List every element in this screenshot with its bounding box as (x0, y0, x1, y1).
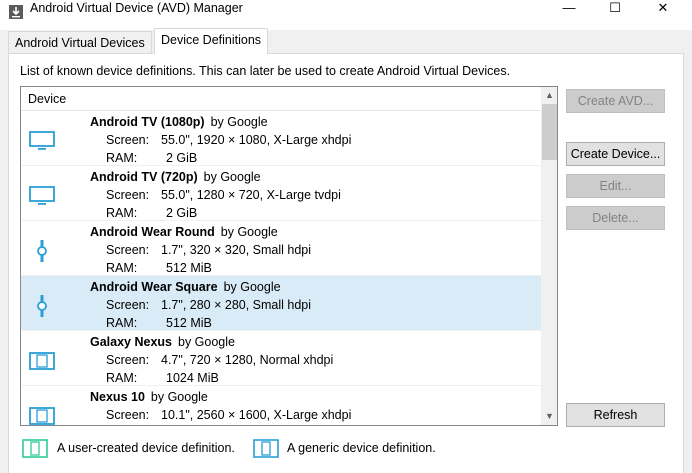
device-vendor: by Google (223, 280, 281, 294)
list-item[interactable]: Android TV (720p) by Google Screen: 55.0", … (21, 166, 541, 221)
device-name: Android TV (720p) by Google (90, 170, 261, 184)
delete-button[interactable]: Delete... (566, 206, 665, 230)
tablet-icon (28, 350, 56, 372)
watch-icon (28, 240, 56, 262)
tablet-icon (28, 405, 56, 425)
ram-label: RAM: (106, 261, 138, 275)
screen-value: 1.7", 280 × 280, Small hdpi (161, 298, 312, 312)
scroll-up-arrow-icon[interactable]: ▲ (541, 87, 557, 104)
maximize-button[interactable]: ☐ (592, 0, 638, 16)
minimize-button[interactable]: — (546, 0, 592, 16)
screen-label: Screen: (106, 133, 150, 147)
title-bar: Android Virtual Device (AVD) Manager — ☐… (0, 0, 692, 30)
tv-icon (28, 130, 56, 152)
screen-label: Screen: (106, 188, 150, 202)
user-device-icon (22, 439, 48, 458)
device-name: Galaxy Nexus by Google (90, 335, 235, 349)
screen-value: 4.7", 720 × 1280, Normal xhdpi (161, 353, 334, 367)
device-vendor: by Google (178, 335, 235, 349)
window-title: Android Virtual Device (AVD) Manager (30, 1, 243, 15)
create-device-button[interactable]: Create Device... (566, 142, 665, 166)
tab-device-definitions[interactable]: Device Definitions (154, 28, 269, 54)
list-item[interactable]: Galaxy Nexus by Google Screen: 4.7", 720 × … (21, 331, 541, 386)
device-vendor: by Google (220, 225, 278, 239)
device-name-text: Android Wear Square (90, 280, 218, 294)
device-name-text: Galaxy Nexus (90, 335, 172, 349)
device-name-text: Nexus 10 (90, 390, 145, 404)
legend-generic-text: A generic device definition. (287, 441, 436, 455)
scroll-thumb[interactable] (542, 104, 557, 160)
scroll-down-arrow-icon[interactable]: ▼ (541, 408, 557, 425)
device-vendor: by Google (150, 390, 208, 404)
ram-value: 2 GiB (166, 151, 198, 165)
vertical-scrollbar[interactable]: ▲ ▼ (541, 87, 557, 425)
ram-label: RAM: (106, 151, 138, 165)
screen-label: Screen: (106, 298, 150, 312)
ram-value: 512 MiB (166, 261, 212, 275)
generic-device-icon (253, 439, 279, 458)
device-name-text: Android TV (1080p) (90, 115, 205, 129)
edit-button[interactable]: Edit... (566, 174, 665, 198)
legend-user-text: A user-created device definition. (57, 441, 235, 455)
ram-label: RAM: (106, 371, 138, 385)
screen-value: 55.0", 1280 × 720, X-Large tvdpi (161, 188, 341, 202)
list-item[interactable]: Android TV (1080p) by Google Screen: 55.0",… (21, 111, 541, 166)
list-item[interactable]: Android Wear Round by Google Screen: 1.7", … (21, 221, 541, 276)
device-list[interactable]: Device Android TV (1080p) by Google Screen… (20, 86, 558, 426)
screen-label: Screen: (106, 408, 150, 422)
tab-android-virtual-devices[interactable]: Android Virtual Devices (8, 31, 152, 53)
ram-value: 1024 MiB (166, 371, 219, 385)
create-avd-button[interactable]: Create AVD... (566, 89, 665, 113)
screen-value: 10.1", 2560 × 1600, X-Large xhdpi (161, 408, 352, 422)
device-name-text: Android Wear Round (90, 225, 215, 239)
tv-icon (28, 185, 56, 207)
device-name: Nexus 10 by Google (90, 390, 208, 404)
ram-value: 2 GiB (166, 206, 198, 220)
list-header-device[interactable]: Device (21, 87, 541, 111)
ram-label: RAM: (106, 316, 138, 330)
list-item[interactable]: Android Wear Square by Google Screen: 1.7",… (21, 276, 541, 331)
screen-value: 55.0", 1920 × 1080, X-Large xhdpi (161, 133, 352, 147)
device-name: Android Wear Square by Google (90, 280, 281, 294)
watch-icon (28, 295, 56, 317)
list-item[interactable]: Nexus 10 by Google Screen: 10.1", 2560 × 16… (21, 386, 541, 425)
device-name: Android TV (1080p) by Google (90, 115, 268, 129)
description-text: List of known device definitions. This c… (20, 64, 511, 78)
refresh-button[interactable]: Refresh (566, 403, 665, 427)
device-name-text: Android TV (720p) (90, 170, 198, 184)
device-name: Android Wear Round by Google (90, 225, 278, 239)
device-rows: Android TV (1080p) by Google Screen: 55.0",… (21, 111, 541, 425)
device-vendor: by Google (203, 170, 261, 184)
close-button[interactable]: ✕ (640, 0, 686, 16)
screen-value: 1.7", 320 × 320, Small hdpi (161, 243, 312, 257)
device-vendor: by Google (210, 115, 268, 129)
ram-value: 512 MiB (166, 316, 212, 330)
screen-label: Screen: (106, 243, 150, 257)
ram-label: RAM: (106, 206, 138, 220)
screen-label: Screen: (106, 353, 150, 367)
android-download-icon (9, 5, 23, 19)
